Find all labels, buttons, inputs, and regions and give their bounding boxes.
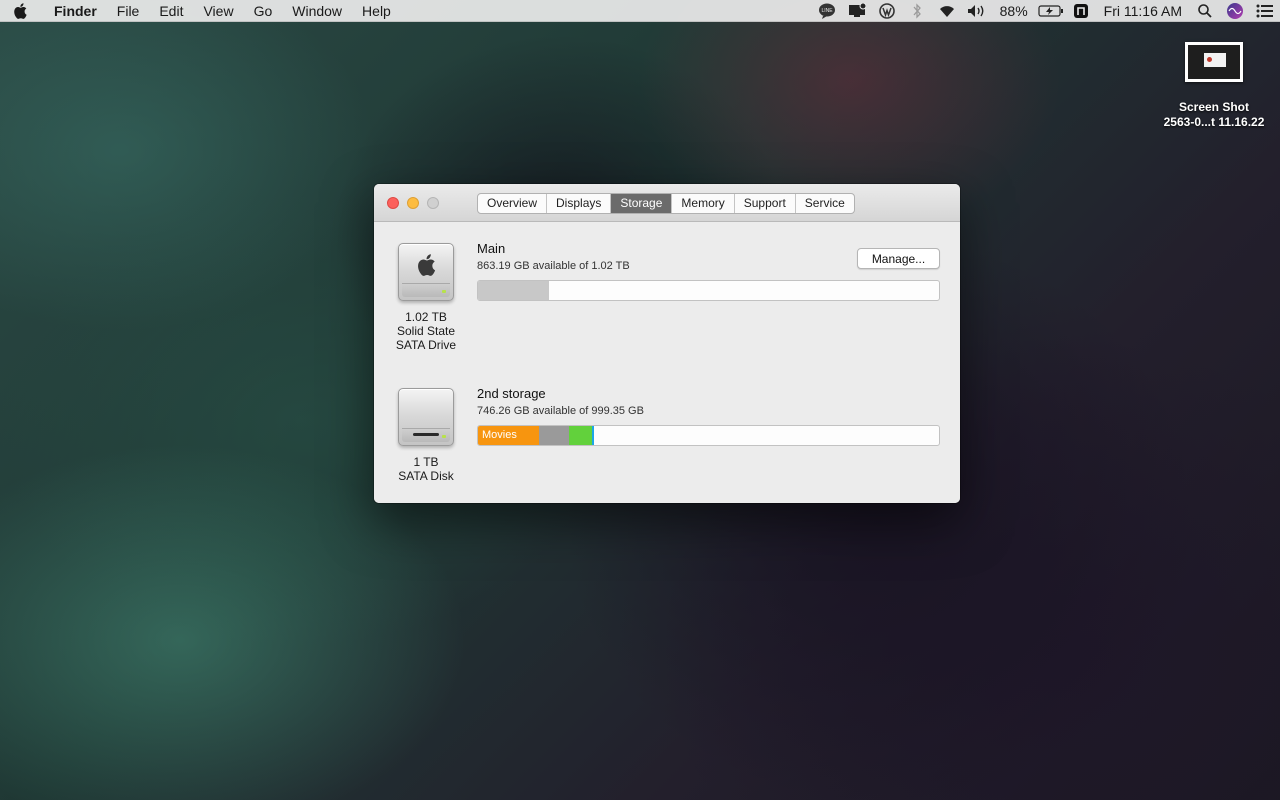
drive-main-caption: 1.02 TB Solid State SATA Drive [395,310,457,352]
wordpress-icon[interactable] [872,0,902,22]
drive-main-available: 863.19 GB available of 1.02 TB [477,260,630,272]
app-menu-finder[interactable]: Finder [40,0,107,22]
tab-memory[interactable]: Memory [672,194,735,213]
screenshot-thumbnail-icon [1185,42,1243,82]
storage-panel: 1.02 TB Solid State SATA Drive Main 863.… [374,222,960,503]
hdd-drive-icon [398,388,454,446]
drive-main-used-segment [478,281,549,300]
menu-edit[interactable]: Edit [149,0,193,22]
drive-2nd-name: 2nd storage [477,386,546,401]
desktop-file-label: Screen Shot 2563-0...t 11.16.22 [1163,100,1265,129]
drive-2nd-available: 746.26 GB available of 999.35 GB [477,405,644,417]
segment-other[interactable] [538,426,569,445]
segment-apps[interactable] [568,426,593,445]
about-this-mac-window: Overview Displays Storage Memory Support… [374,184,960,503]
menu-file[interactable]: File [107,0,150,22]
search-icon[interactable] [1190,0,1220,22]
battery-percent[interactable]: 88% [992,0,1036,22]
tab-service[interactable]: Service [796,194,854,213]
line-icon[interactable]: LINE [812,0,842,22]
minimize-window-button[interactable] [407,197,419,209]
tab-storage[interactable]: Storage [611,194,673,213]
bluetooth-icon[interactable] [902,0,932,22]
menubar-clock[interactable]: Fri 11:16 AM [1096,0,1190,22]
tab-bar: Overview Displays Storage Memory Support… [477,193,855,214]
svg-text:LINE: LINE [821,8,833,14]
window-titlebar[interactable]: Overview Displays Storage Memory Support… [374,184,960,222]
notification-center-icon[interactable] [1250,0,1280,22]
desktop-file-screenshot[interactable]: Screen Shot 2563-0...t 11.16.22 [1150,42,1278,130]
menu-window[interactable]: Window [282,0,352,22]
tab-displays[interactable]: Displays [547,194,612,213]
battery-charging-icon[interactable] [1036,0,1066,22]
n-app-icon[interactable] [1066,0,1096,22]
menu-bar: Finder File Edit View Go Window Help LIN… [0,0,1280,22]
close-window-button[interactable] [387,197,399,209]
tab-support[interactable]: Support [735,194,796,213]
siri-icon[interactable] [1220,0,1250,22]
tab-overview[interactable]: Overview [478,194,548,213]
menu-view[interactable]: View [193,0,243,22]
zoom-window-button[interactable] [427,197,439,209]
drive-2nd-caption: 1 TB SATA Disk [398,455,454,483]
menu-go[interactable]: Go [244,0,283,22]
drive-2nd-usage-bar: Movies [477,425,940,446]
volume-icon[interactable] [962,0,992,22]
ssd-drive-icon [398,243,454,301]
drive-main-name: Main [477,241,506,256]
segment-system[interactable] [592,426,595,445]
menu-help[interactable]: Help [352,0,401,22]
notification-display-icon[interactable] [842,0,872,22]
drive-main-usage-bar [477,280,940,301]
apple-menu-icon[interactable] [0,2,40,19]
manage-button[interactable]: Manage... [857,248,940,269]
segment-movies[interactable]: Movies [478,426,539,445]
wifi-icon[interactable] [932,0,962,22]
